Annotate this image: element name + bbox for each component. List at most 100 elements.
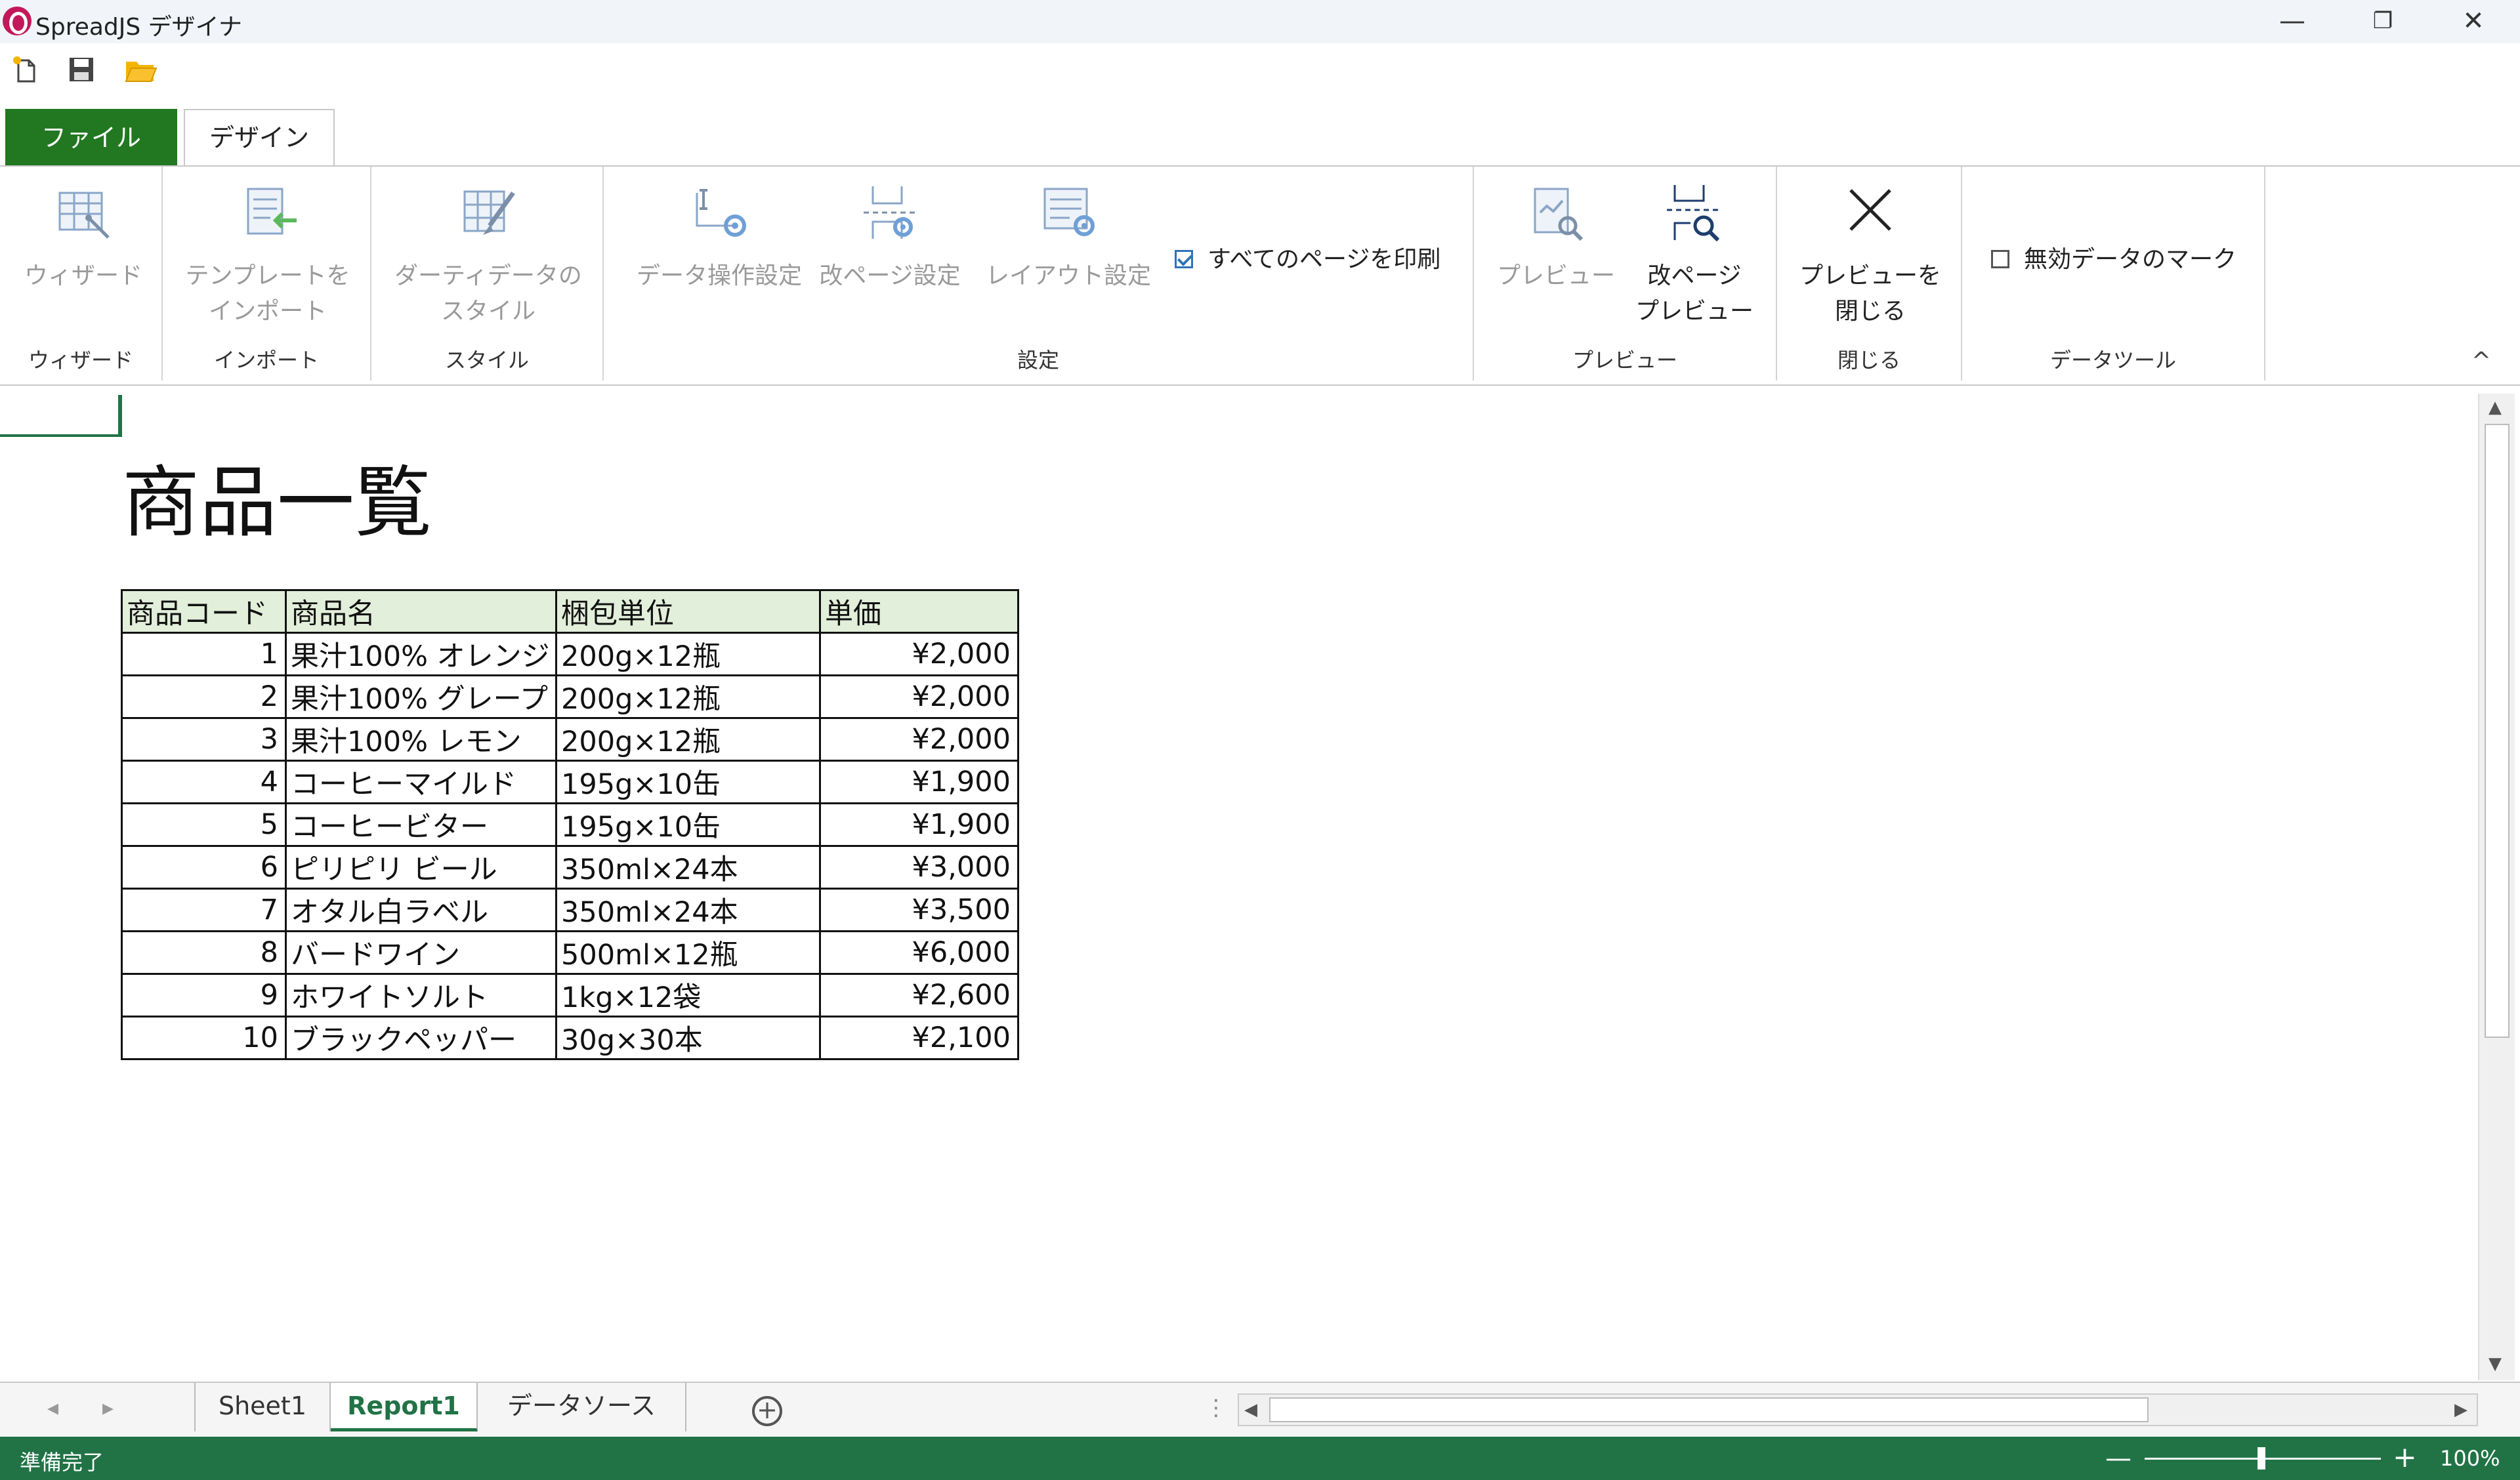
zoom-slider-thumb[interactable] [2258, 1447, 2265, 1470]
cell-name[interactable]: ホワイトソルト [285, 973, 557, 1018]
sheet-canvas[interactable]: 商品一覧 商品コード 商品名 梱包単位 単価 1 果汁100% オレンジ 200g×… [0, 388, 2475, 1382]
data-op-label: データ操作設定 [636, 262, 802, 289]
zoom-in-icon[interactable]: + [2393, 1441, 2417, 1474]
tab-file[interactable]: ファイル [5, 109, 177, 167]
layout-settings-button[interactable]: レイアウト設定 [976, 180, 1160, 294]
vertical-scrollbar[interactable]: ▲ ▼ [2478, 394, 2515, 1380]
restore-button[interactable]: ❐ [2338, 0, 2428, 43]
table-row: 2 果汁100% グレープ 200g×12瓶 ¥2,000 [121, 674, 1019, 719]
scroll-down-icon[interactable]: ▼ [2488, 1354, 2502, 1374]
status-text: 準備完了 [20, 1450, 104, 1475]
collapse-ribbon-icon[interactable]: ^ [2471, 348, 2491, 375]
cell-unit[interactable]: 195g×10缶 [555, 760, 821, 804]
app-logo-icon [3, 7, 32, 35]
cell-code[interactable]: 7 [121, 888, 287, 932]
page-break-preview-button[interactable]: 改ページ プレビュー [1622, 180, 1767, 329]
sheet-tab-sheet1[interactable]: Sheet1 [194, 1383, 331, 1431]
column-header[interactable]: 商品コード [121, 589, 287, 634]
cell-price[interactable]: ¥2,000 [819, 632, 1019, 676]
cell-name[interactable]: ピリピリ ビール [285, 845, 557, 890]
tab-design[interactable]: デザイン [184, 109, 335, 168]
cell-unit[interactable]: 350ml×24本 [555, 845, 821, 890]
selection-handle[interactable] [118, 395, 122, 437]
cell-unit[interactable]: 200g×12瓶 [555, 632, 821, 676]
group-close: プレビューを 閉じる 閉じる [1777, 167, 1962, 380]
column-header[interactable]: 単価 [819, 589, 1019, 634]
cell-price[interactable]: ¥2,600 [819, 973, 1019, 1018]
zoom-out-icon[interactable]: — [2105, 1443, 2132, 1473]
column-header[interactable]: 梱包単位 [555, 589, 821, 634]
cell-code[interactable]: 2 [121, 674, 287, 719]
cell-price[interactable]: ¥2,100 [819, 1016, 1019, 1060]
print-all-pages-checkbox[interactable]: すべてのページを印刷 [1175, 240, 1440, 274]
cell-name[interactable]: コーヒービター [285, 802, 557, 847]
layout-settings-icon [1043, 188, 1095, 236]
cell-name[interactable]: 果汁100% グレープ [285, 674, 557, 719]
cell-name[interactable]: バードワイン [285, 930, 557, 975]
minimize-button[interactable]: — [2247, 0, 2338, 43]
dirty-data-style-button[interactable]: ダーティデータの スタイル [385, 180, 592, 329]
cell-unit[interactable]: 1kg×12袋 [555, 973, 821, 1018]
cell-code[interactable]: 8 [121, 930, 287, 975]
scroll-right-icon[interactable]: ▶ [2454, 1400, 2468, 1420]
sheet-tab-datasource[interactable]: データソース [478, 1383, 686, 1431]
group-settings: データ操作設定 改ページ設定 レイアウト設定 すべてのページを印刷 設定 [604, 167, 1474, 380]
pb-preview-label-line1: 改ページ [1647, 262, 1742, 289]
wizard-button[interactable]: ウィザード [14, 180, 152, 294]
horizontal-scrollbar[interactable]: ◀ ▶ [1238, 1393, 2478, 1426]
cell-code[interactable]: 4 [121, 760, 287, 804]
cell-unit[interactable]: 30g×30本 [555, 1016, 821, 1060]
scroll-up-icon[interactable]: ▲ [2488, 398, 2502, 417]
cell-code[interactable]: 3 [121, 717, 287, 762]
scroll-splitter-icon[interactable]: ⋮ [1205, 1395, 1227, 1421]
cell-name[interactable]: 果汁100% オレンジ [285, 632, 557, 676]
add-sheet-icon[interactable]: + [752, 1396, 782, 1426]
cell-price[interactable]: ¥1,900 [819, 760, 1019, 804]
close-preview-label-line2: 閉じる [1834, 298, 1906, 325]
cell-unit[interactable]: 195g×10缶 [555, 802, 821, 847]
tab-nav-left-icon[interactable]: ◂ [47, 1395, 58, 1421]
cell-code[interactable]: 1 [121, 632, 287, 676]
vertical-scroll-thumb[interactable] [2485, 424, 2510, 1038]
cell-price[interactable]: ¥1,900 [819, 802, 1019, 847]
status-bar: 準備完了 — + 100% [0, 1437, 2520, 1480]
cell-name[interactable]: オタル白ラベル [285, 888, 557, 932]
new-file-icon[interactable] [10, 54, 42, 85]
preview-button[interactable]: プレビュー [1487, 180, 1625, 294]
tab-nav-right-icon[interactable]: ▸ [102, 1395, 114, 1421]
cell-code[interactable]: 10 [121, 1016, 287, 1060]
cell-price[interactable]: ¥3,000 [819, 845, 1019, 890]
invalid-data-mark-checkbox[interactable]: 無効データのマーク [1991, 240, 2236, 274]
zoom-level[interactable]: 100% [2440, 1446, 2500, 1471]
cell-name[interactable]: ブラックペッパー [285, 1016, 557, 1060]
cell-code[interactable]: 6 [121, 845, 287, 890]
cell-unit[interactable]: 200g×12瓶 [555, 717, 821, 762]
cell-price[interactable]: ¥2,000 [819, 674, 1019, 719]
dirty-label-line2: スタイル [440, 298, 536, 325]
data-operation-settings-button[interactable]: データ操作設定 [621, 180, 818, 294]
cell-unit[interactable]: 200g×12瓶 [555, 674, 821, 719]
cell-name[interactable]: 果汁100% レモン [285, 717, 557, 762]
quick-access-toolbar [0, 43, 2520, 93]
open-folder-icon[interactable] [123, 54, 158, 85]
close-window-button[interactable]: ✕ [2428, 0, 2519, 43]
cell-unit[interactable]: 350ml×24本 [555, 888, 821, 932]
close-preview-label-line1: プレビューを [1799, 262, 1941, 289]
page-break-settings-button[interactable]: 改ページ設定 [811, 180, 969, 294]
cell-code[interactable]: 5 [121, 802, 287, 847]
column-header[interactable]: 商品名 [285, 589, 557, 634]
cell-name[interactable]: コーヒーマイルド [285, 760, 557, 804]
horizontal-scroll-thumb[interactable] [1269, 1397, 2149, 1422]
close-preview-button[interactable]: プレビューを 閉じる [1793, 180, 1948, 329]
save-icon[interactable] [66, 54, 97, 85]
scroll-left-icon[interactable]: ◀ [1244, 1400, 1257, 1420]
cell-unit[interactable]: 500ml×12瓶 [555, 930, 821, 975]
cell-price[interactable]: ¥6,000 [819, 930, 1019, 975]
cell-code[interactable]: 9 [121, 973, 287, 1018]
cell-price[interactable]: ¥3,500 [819, 888, 1019, 932]
sheet-tab-report1[interactable]: Report1 [331, 1383, 478, 1431]
group-label-preview: プレビュー [1572, 348, 1677, 373]
import-template-button[interactable]: テンプレートを インポート [176, 180, 360, 329]
cell-price[interactable]: ¥2,000 [819, 717, 1019, 762]
print-all-label: すべてのページを印刷 [1208, 246, 1441, 273]
